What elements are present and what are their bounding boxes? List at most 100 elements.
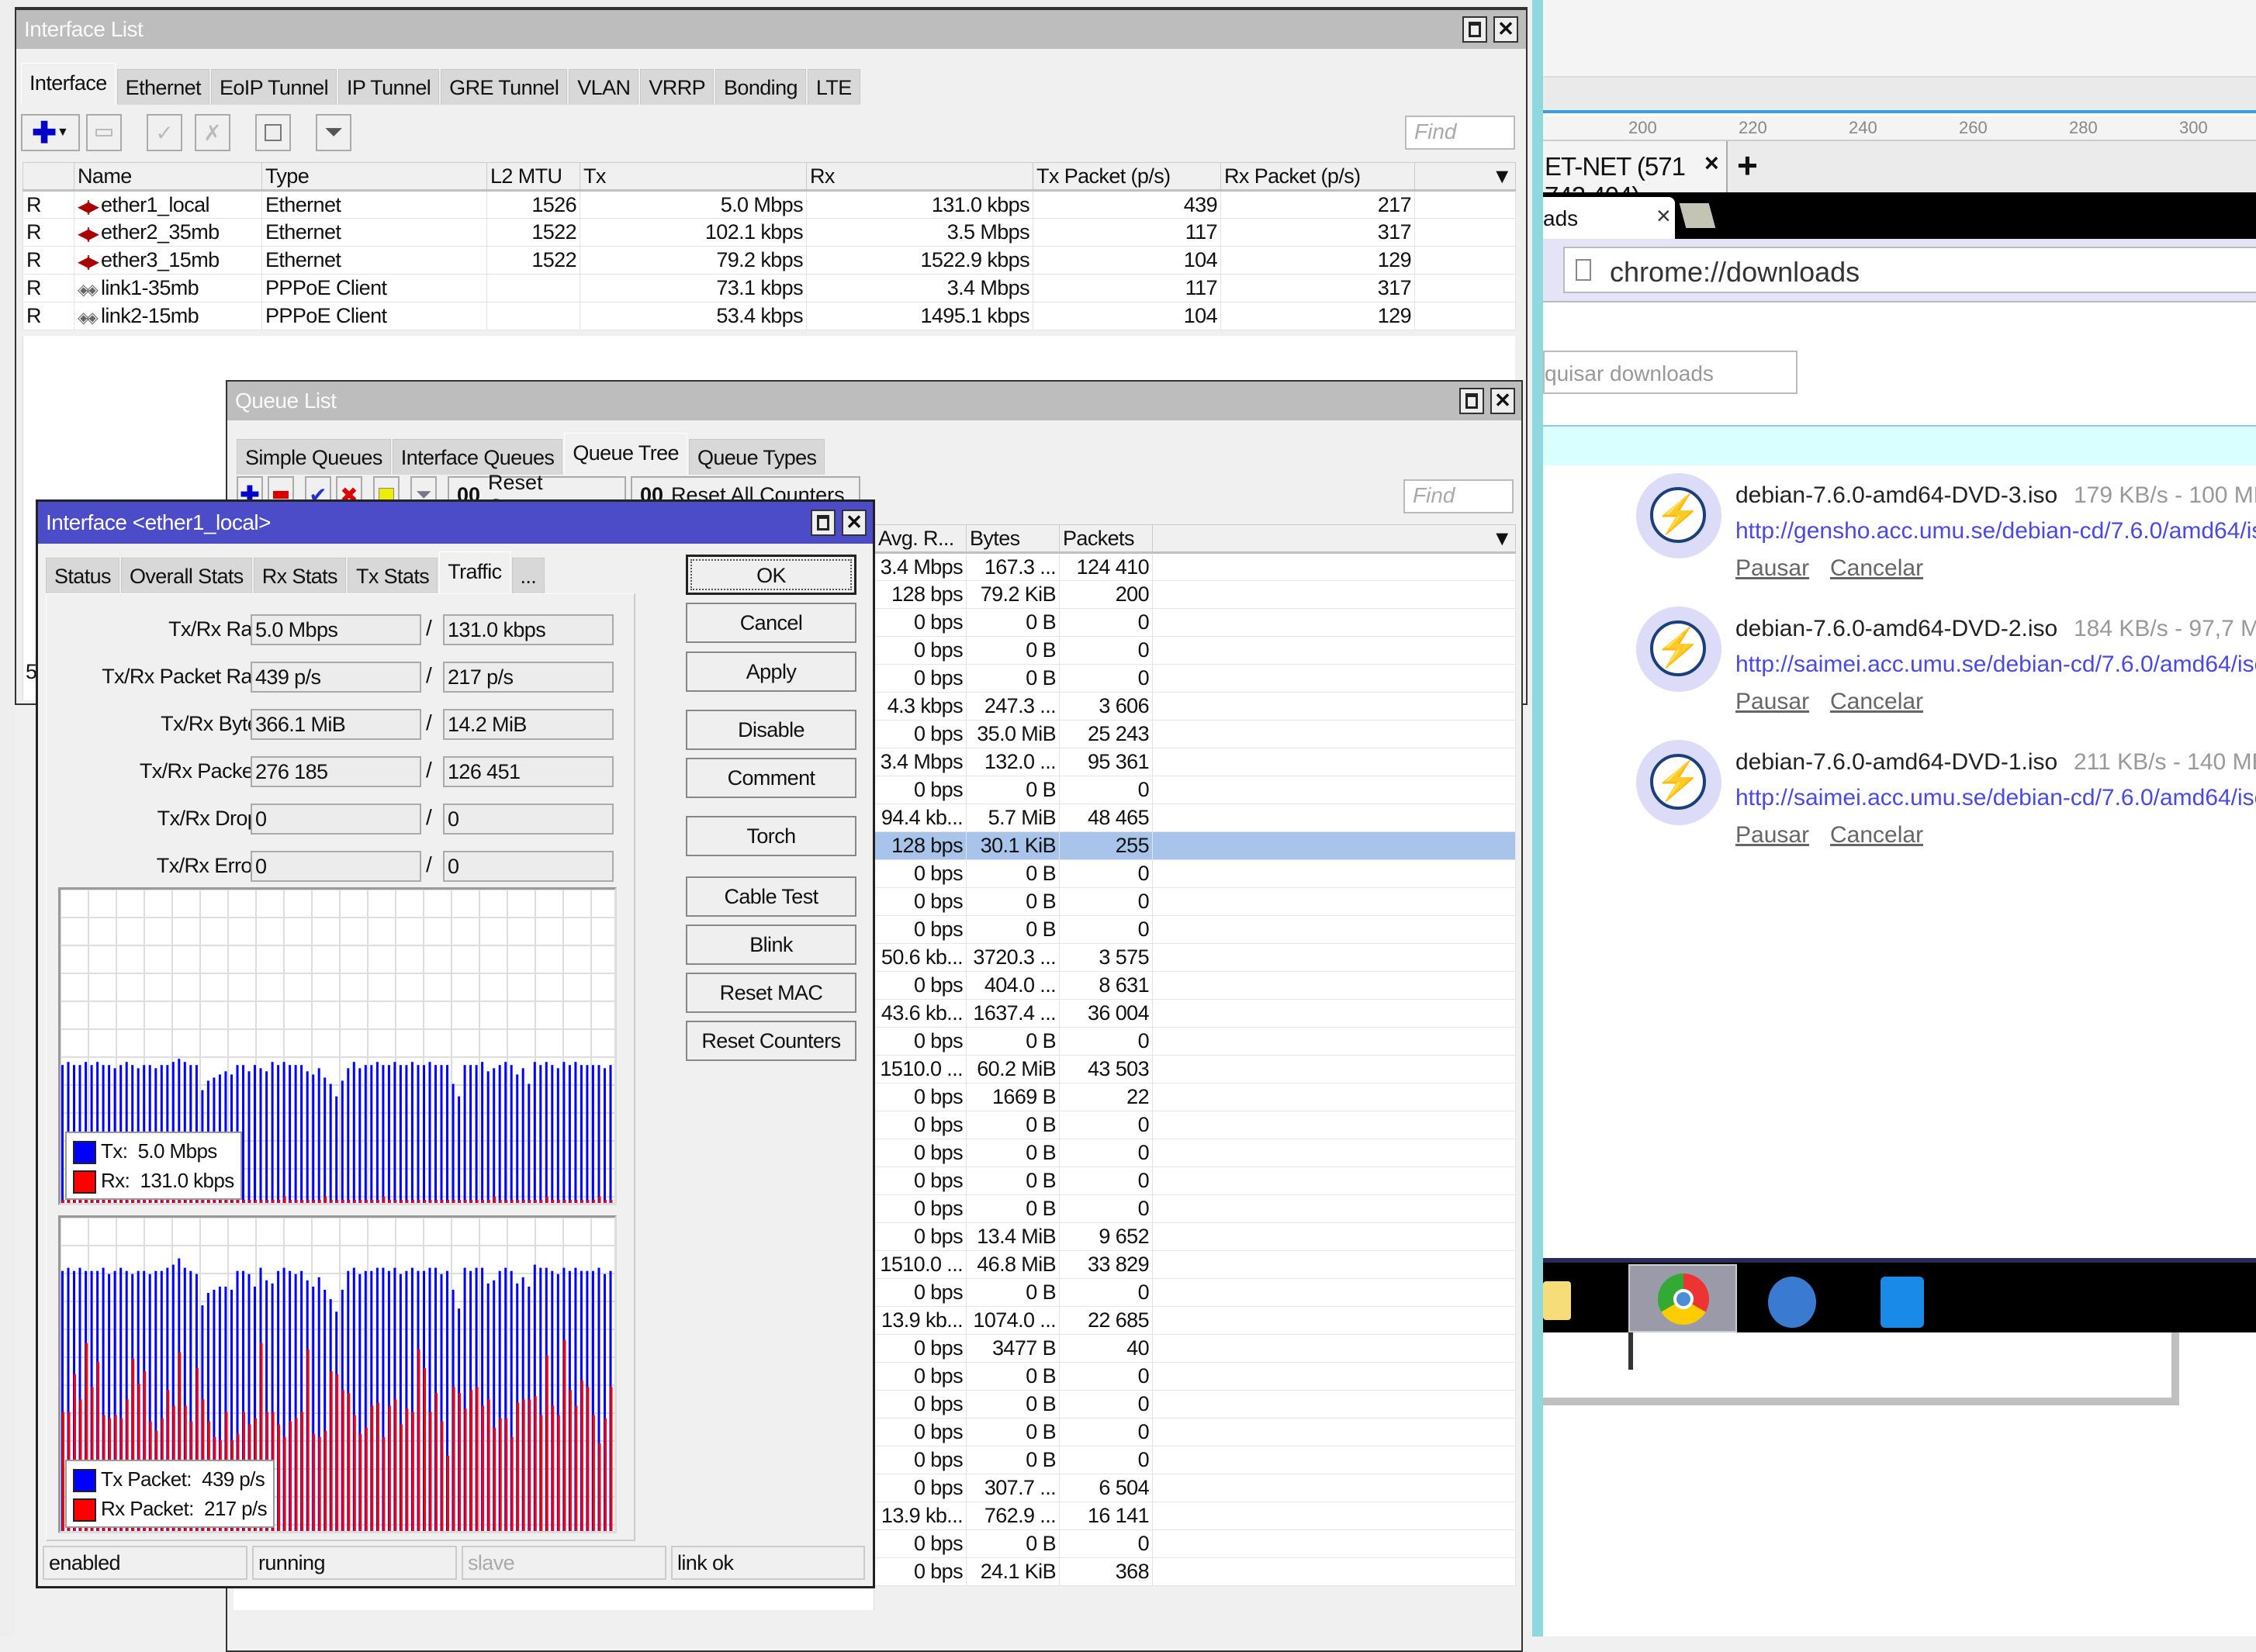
queue-row[interactable]: 0 bps 0 B0: [874, 1390, 1516, 1419]
download-filename[interactable]: debian-7.6.0-amd64-DVD-2.iso: [1735, 616, 2057, 642]
queue-row[interactable]: 43.6 kb... 1637.4 ... 36 004: [874, 999, 1516, 1028]
queue-row[interactable]: 0 bps 0 B0: [874, 1418, 1516, 1446]
column-header-rx-packet-p-s[interactable]: Rx Packet (p/s): [1220, 162, 1415, 192]
queue-row[interactable]: 0 bps 0 B0: [874, 1027, 1516, 1056]
cancel-link[interactable]: Cancelar: [1830, 555, 1923, 582]
new-tab-button[interactable]: +: [1737, 144, 1758, 186]
queue-find-input[interactable]: Find: [1403, 479, 1514, 513]
queue-row[interactable]: 13.9 kb... 1074.0 ... 22 685: [874, 1306, 1516, 1335]
queue-row[interactable]: 0 bps 0 B0: [874, 636, 1516, 665]
queue-row[interactable]: 128 bps 79.2 KiB 200: [874, 580, 1516, 609]
ok-button[interactable]: OK: [686, 555, 856, 595]
reset-counters-button[interactable]: Reset Counters: [686, 1021, 856, 1061]
outer-tab[interactable]: ET-NET (571 742 404) ×: [1543, 141, 1728, 210]
queue-row[interactable]: 0 bps 0 B0: [874, 1446, 1516, 1474]
tab-simple-queues[interactable]: Simple Queues: [237, 439, 391, 475]
column-header-bytes[interactable]: Bytes: [966, 524, 1060, 554]
queue-row[interactable]: 1510.0 ... 60.2 MiB 43 503: [874, 1055, 1516, 1083]
teamviewer-icon[interactable]: [1881, 1277, 1924, 1328]
queue-row[interactable]: 0 bps 0 B0: [874, 887, 1516, 916]
queue-row[interactable]: 4.3 kbps 247.3 ... 3 606: [874, 692, 1516, 721]
tab-more[interactable]: ...: [511, 558, 545, 593]
queue-row[interactable]: 0 bps 0 B0: [874, 1166, 1516, 1195]
queue-row[interactable]: 0 bps 0 B0: [874, 664, 1516, 693]
maximize-button[interactable]: [1462, 16, 1487, 43]
cable-test-button[interactable]: Cable Test: [686, 876, 856, 917]
queue-row[interactable]: 13.9 kb... 762.9 ... 16 141: [874, 1502, 1516, 1530]
column-header-more[interactable]: [22, 162, 74, 192]
winbox-icon[interactable]: [1768, 1277, 1816, 1328]
comment-button[interactable]: Comment: [686, 758, 856, 798]
pause-link[interactable]: Pausar: [1735, 555, 1809, 582]
close-button[interactable]: ✕: [1490, 388, 1515, 414]
queue-row[interactable]: 94.4 kb... 5.7 MiB 48 465: [874, 804, 1516, 832]
column-chooser[interactable]: ▼: [1414, 162, 1516, 192]
address-bar[interactable]: chrome://downloads: [1563, 247, 2256, 293]
queue-row[interactable]: 0 bps 0 B0: [874, 1362, 1516, 1391]
cancel-link[interactable]: Cancelar: [1830, 822, 1923, 848]
queue-row[interactable]: 0 bps 35.0 MiB 25 243: [874, 720, 1516, 748]
interface-find-input[interactable]: Find: [1405, 116, 1515, 150]
interface-row[interactable]: R ◈◈ link2-15mb PPPoE Client 53.4 kbps 1495.1…: [22, 302, 1516, 330]
reset-mac-address-button[interactable]: Reset MAC Address: [686, 973, 856, 1042]
interface-dialog-title[interactable]: Interface <ether1_local>: [38, 502, 873, 544]
tab-interface[interactable]: Interface: [21, 63, 116, 105]
queue-row[interactable]: 0 bps 0 B0: [874, 1111, 1516, 1139]
file-explorer-icon[interactable]: [1543, 1281, 1571, 1320]
download-filename[interactable]: debian-7.6.0-amd64-DVD-1.iso: [1735, 749, 2057, 776]
disable-button[interactable]: Disable: [686, 710, 856, 750]
column-header-rx[interactable]: Rx: [806, 162, 1033, 192]
column-chooser[interactable]: ▼: [1152, 524, 1516, 554]
disable-button[interactable]: ✗: [195, 114, 230, 151]
queue-list-title[interactable]: Queue List: [227, 382, 1521, 420]
queue-row[interactable]: 0 bps 3477 B 40: [874, 1334, 1516, 1363]
tab-eoip-tunnel[interactable]: EoIP Tunnel: [210, 69, 337, 105]
column-header-type[interactable]: Type: [261, 162, 487, 192]
queue-row[interactable]: 0 bps 0 B0: [874, 608, 1516, 637]
maximize-button[interactable]: [811, 510, 836, 536]
tab-overall-stats[interactable]: Overall Stats: [120, 558, 252, 593]
queue-row[interactable]: 3.4 Mbps 167.3 ... 124 410: [874, 552, 1516, 581]
queue-row[interactable]: 0 bps 0 B0: [874, 915, 1516, 944]
close-button[interactable]: ✕: [842, 510, 867, 536]
blink-button[interactable]: Blink: [686, 924, 856, 965]
filter-button[interactable]: ⏷: [316, 114, 351, 151]
pause-link[interactable]: Pausar: [1735, 822, 1809, 848]
queue-row[interactable]: 0 bps 24.1 KiB 368: [874, 1557, 1516, 1586]
add-button[interactable]: ✚ ▼: [21, 114, 80, 151]
tab-status[interactable]: Status: [46, 558, 119, 593]
cancel-button[interactable]: Cancel: [686, 603, 856, 643]
column-header-name[interactable]: Name: [74, 162, 262, 192]
remove-button[interactable]: [86, 114, 122, 151]
queue-row[interactable]: 3.4 Mbps 132.0 ... 95 361: [874, 748, 1516, 776]
tab-traffic[interactable]: Traffic: [439, 551, 510, 593]
column-header-tx-packet-p-s[interactable]: Tx Packet (p/s): [1033, 162, 1221, 192]
tab-bonding[interactable]: Bonding: [715, 69, 806, 105]
apply-button[interactable]: Apply: [686, 651, 856, 692]
queue-row[interactable]: 0 bps 0 B0: [874, 776, 1516, 804]
queue-row[interactable]: 0 bps 0 B0: [874, 1278, 1516, 1307]
queue-row[interactable]: 0 bps 1669 B 22: [874, 1083, 1516, 1111]
queue-row[interactable]: 0 bps 0 B0: [874, 1194, 1516, 1223]
queue-row[interactable]: 0 bps 404.0 ... 8 631: [874, 971, 1516, 1000]
tab-gre-tunnel[interactable]: GRE Tunnel: [441, 69, 568, 105]
interface-row[interactable]: R ◈◈ link1-35mb PPPoE Client 73.1 kbps 3.4 Mb…: [22, 274, 1516, 302]
tab-vlan[interactable]: VLAN: [569, 69, 639, 105]
queue-row[interactable]: 0 bps 0 B0: [874, 1139, 1516, 1167]
tab-lte[interactable]: LTE: [807, 69, 860, 105]
tab-interface-queues[interactable]: Interface Queues: [392, 439, 563, 475]
close-tab-icon[interactable]: ×: [1656, 202, 1671, 230]
column-header-packets[interactable]: Packets: [1059, 524, 1153, 554]
queue-row[interactable]: 0 bps 307.7 ... 6 504: [874, 1474, 1516, 1502]
new-tab-button[interactable]: [1679, 203, 1716, 228]
interface-row[interactable]: R ◀|▶ ether3_15mb Ethernet 1522 79.2 kbps 1522…: [22, 246, 1516, 275]
tab-tx-stats[interactable]: Tx Stats: [347, 558, 438, 593]
comment-button[interactable]: [255, 114, 291, 151]
download-url[interactable]: http://saimei.acc.umu.se/debian-cd/7.6.0…: [1735, 785, 2256, 811]
tab-vrrp[interactable]: VRRP: [640, 69, 715, 105]
tab-ip-tunnel[interactable]: IP Tunnel: [337, 69, 440, 105]
queue-row[interactable]: 0 bps 0 B0: [874, 1529, 1516, 1558]
queue-row[interactable]: 0 bps 13.4 MiB 9 652: [874, 1222, 1516, 1251]
queue-row[interactable]: 1510.0 ... 46.8 MiB 33 829: [874, 1250, 1516, 1279]
downloads-tab[interactable]: ads ×: [1543, 197, 1675, 239]
